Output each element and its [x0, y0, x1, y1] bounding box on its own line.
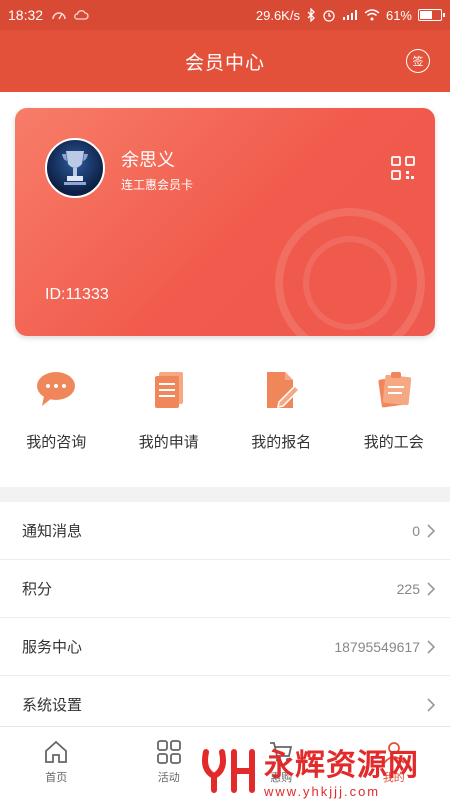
site-watermark: 永辉资源网 www.yhkjjj.com [200, 740, 419, 799]
chat-bubble-icon [37, 372, 76, 406]
quick-action-label: 我的报名 [251, 434, 312, 451]
page-title: 会员中心 [184, 52, 265, 74]
list-item-label: 系统设置 [22, 697, 83, 714]
chevron-right-icon [427, 697, 436, 712]
notification-icons [51, 9, 89, 21]
battery-percent: 61% [385, 7, 412, 23]
watermark-text: 永辉资源网 www.yhkjjj.com [264, 740, 419, 799]
chevron-right-icon [427, 581, 436, 596]
signal-icon [342, 10, 357, 20]
quick-action-label: 我的咨询 [26, 434, 87, 451]
clipboard-icon [378, 372, 411, 408]
list-item-value: 0 [412, 522, 420, 539]
list-item-label: 通知消息 [22, 523, 83, 540]
quick-action-consult[interactable]: 我的咨询 [0, 356, 113, 466]
cloud-icon [74, 10, 89, 20]
quick-action-label: 我的工会 [363, 434, 424, 451]
card-type: 连工惠会员卡 [121, 178, 194, 192]
watermark-brand: 永辉资源网 [264, 749, 419, 782]
member-name: 余思义 [121, 150, 175, 170]
watermark-url: www.yhkjjj.com [264, 784, 381, 799]
qr-code-icon[interactable] [391, 156, 415, 180]
watermark-logo-icon [202, 748, 255, 793]
nav-label: 活动 [157, 772, 180, 784]
bluetooth-icon [307, 8, 315, 22]
list-item-label: 服务中心 [22, 639, 83, 656]
document-icon [154, 372, 183, 408]
list-item-service-center[interactable]: 服务中心 18795549617 [0, 618, 450, 676]
member-card-section: 余思义 连工惠会员卡 ID:11333 我的咨询 我的申请 我的报名 我的工会 [0, 92, 450, 487]
status-bar: 18:32 29.6K/s 61% [0, 0, 450, 30]
grid-icon [156, 740, 181, 764]
wifi-icon [364, 9, 380, 21]
app-header: 会员中心 签 [0, 30, 450, 92]
list-item-points[interactable]: 积分 225 [0, 560, 450, 618]
network-speed: 29.6K/s [255, 7, 300, 23]
list-item-label: 积分 [22, 581, 53, 598]
status-right: 29.6K/s 61% [255, 7, 445, 23]
quick-action-union[interactable]: 我的工会 [338, 356, 450, 466]
list-item-notifications[interactable]: 通知消息 0 [0, 502, 450, 560]
home-icon [45, 740, 68, 763]
quick-action-label: 我的申请 [138, 434, 199, 451]
quick-actions: 我的咨询 我的申请 我的报名 我的工会 [0, 356, 450, 466]
alarm-icon [323, 10, 335, 22]
sign-in-button[interactable]: 签 [406, 49, 430, 73]
chevron-right-icon [427, 523, 436, 538]
battery-icon [418, 9, 445, 21]
union-emblem-watermark [275, 208, 425, 336]
avatar[interactable] [45, 138, 105, 198]
quick-action-application[interactable]: 我的申请 [113, 356, 226, 466]
settings-list: 通知消息 0 积分 225 服务中心 18795549617 系统设置 [0, 502, 450, 734]
quick-action-registration[interactable]: 我的报名 [225, 356, 338, 466]
nav-label: 首页 [45, 772, 68, 784]
member-card[interactable]: 余思义 连工惠会员卡 ID:11333 [15, 108, 435, 336]
chevron-right-icon [427, 639, 436, 654]
speedometer-icon [52, 12, 66, 20]
nav-home[interactable]: 首页 [0, 727, 113, 800]
edit-document-icon [267, 372, 301, 408]
list-item-value: 18795549617 [334, 638, 420, 655]
trophy-icon [62, 151, 88, 185]
member-id: ID:11333 [45, 286, 109, 303]
list-item-value: 225 [396, 580, 420, 597]
status-time: 18:32 [8, 7, 44, 23]
